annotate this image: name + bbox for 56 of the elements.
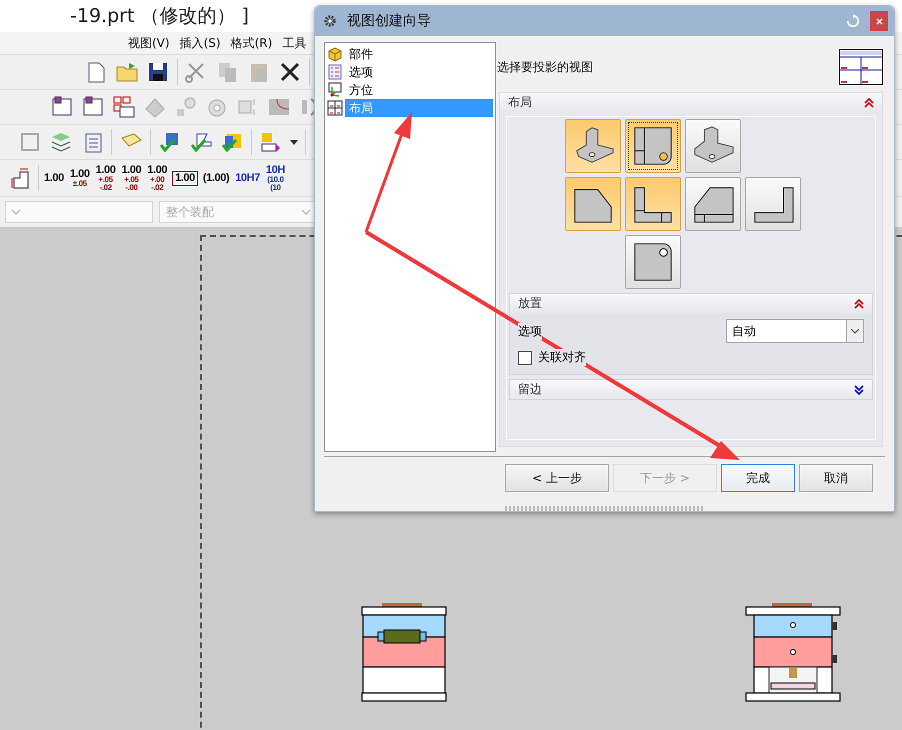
dimension-style[interactable]: 1.00 — [43, 170, 65, 186]
collapse-icon[interactable] — [854, 298, 864, 308]
option-label: 选项 — [518, 322, 542, 340]
step-item[interactable]: 方位 — [327, 81, 493, 99]
view-tile[interactable] — [625, 119, 681, 173]
dimension-style[interactable]: (1.00) — [202, 170, 230, 186]
option-dropdown[interactable]: 自动 — [726, 319, 864, 343]
view-tile[interactable] — [685, 177, 741, 231]
view-tile[interactable] — [745, 177, 801, 231]
chevron-down-icon — [12, 210, 20, 214]
dimension-style[interactable]: 1.00 +.00 -.02 — [146, 162, 168, 194]
settings-icon[interactable] — [323, 14, 337, 28]
dimension-style[interactable]: 10H (10.0 (10 — [264, 162, 286, 194]
wizard-button[interactable]: 完成 — [721, 464, 795, 492]
close-button[interactable] — [870, 11, 888, 31]
dimension-style[interactable]: 10H7 — [234, 170, 261, 186]
cube-icon — [327, 46, 343, 62]
wizard-button[interactable]: 取消 — [799, 464, 873, 492]
menu-item[interactable]: 格式(R) — [230, 34, 272, 52]
delete-icon[interactable] — [278, 60, 302, 84]
collapse-icon[interactable] — [864, 98, 874, 108]
layers-icon[interactable] — [49, 130, 73, 154]
view-tile[interactable] — [625, 177, 681, 231]
view-tile[interactable] — [685, 119, 741, 173]
expand-icon[interactable] — [854, 384, 864, 394]
checklist-icon — [327, 64, 343, 80]
dialog-title: 视图创建向导 — [347, 12, 432, 30]
view-tile[interactable] — [565, 177, 621, 231]
dimension-style[interactable]: 1.00 +.05 -.00 — [120, 162, 142, 194]
grid-icon — [327, 100, 343, 116]
dimension-style[interactable]: 1.00 +.05 -.02 — [94, 162, 116, 194]
folder-icon[interactable] — [115, 60, 139, 84]
grid-sheet-icon[interactable] — [112, 95, 136, 119]
dimension-style[interactable]: 1.00 ±.05 — [68, 166, 91, 190]
section-title: 放置 — [518, 295, 542, 312]
view-tile[interactable] — [625, 235, 681, 289]
window-title: -19.prt （修改的） ] — [70, 4, 249, 29]
layout-preview-icon — [839, 49, 883, 85]
close-icon — [876, 18, 882, 24]
section-title: 布局 — [508, 94, 532, 111]
checkbox-label: 关联对齐 — [538, 349, 586, 366]
caret-icon[interactable] — [290, 140, 298, 144]
checkbox[interactable] — [518, 350, 532, 364]
chevron-down-icon — [302, 210, 310, 214]
menu-item[interactable]: 工具 — [282, 34, 306, 52]
menu-item[interactable]: 视图(V) — [128, 34, 170, 52]
view-tile[interactable] — [565, 119, 621, 173]
step-item[interactable]: 选项 — [327, 63, 493, 81]
wizard-button[interactable]: < 上一步 — [505, 464, 609, 492]
step-item[interactable]: 部件 — [327, 45, 493, 63]
menu-item[interactable]: 插入(S) — [180, 34, 221, 52]
axes-icon — [327, 82, 343, 98]
section-title: 留边 — [518, 381, 542, 398]
dimension-style[interactable]: 1.00 — [172, 170, 198, 186]
prompt-text: 选择要投影的视图 — [497, 58, 593, 76]
chevron-down-icon[interactable] — [851, 328, 859, 334]
